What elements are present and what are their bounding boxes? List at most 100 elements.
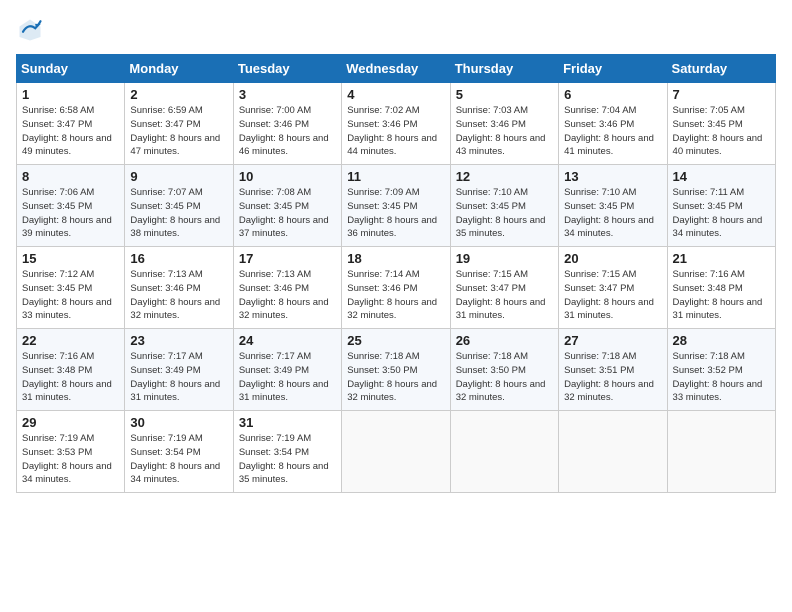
weekday-header-tuesday: Tuesday xyxy=(233,55,341,83)
day-number: 23 xyxy=(130,333,227,348)
day-info: Sunrise: 7:06 AM Sunset: 3:45 PM Dayligh… xyxy=(22,186,119,241)
day-info: Sunrise: 7:15 AM Sunset: 3:47 PM Dayligh… xyxy=(564,268,661,323)
day-number: 28 xyxy=(673,333,770,348)
day-info: Sunrise: 7:14 AM Sunset: 3:46 PM Dayligh… xyxy=(347,268,444,323)
day-number: 9 xyxy=(130,169,227,184)
day-number: 19 xyxy=(456,251,553,266)
day-number: 18 xyxy=(347,251,444,266)
calendar-cell: 20 Sunrise: 7:15 AM Sunset: 3:47 PM Dayl… xyxy=(559,247,667,329)
day-info: Sunrise: 7:13 AM Sunset: 3:46 PM Dayligh… xyxy=(130,268,227,323)
weekday-header-saturday: Saturday xyxy=(667,55,775,83)
day-number: 16 xyxy=(130,251,227,266)
day-number: 7 xyxy=(673,87,770,102)
day-info: Sunrise: 7:11 AM Sunset: 3:45 PM Dayligh… xyxy=(673,186,770,241)
day-info: Sunrise: 7:18 AM Sunset: 3:52 PM Dayligh… xyxy=(673,350,770,405)
day-number: 24 xyxy=(239,333,336,348)
day-number: 20 xyxy=(564,251,661,266)
calendar-cell: 6 Sunrise: 7:04 AM Sunset: 3:46 PM Dayli… xyxy=(559,83,667,165)
day-number: 11 xyxy=(347,169,444,184)
day-info: Sunrise: 7:19 AM Sunset: 3:54 PM Dayligh… xyxy=(239,432,336,487)
calendar-cell xyxy=(342,411,450,493)
calendar-cell: 21 Sunrise: 7:16 AM Sunset: 3:48 PM Dayl… xyxy=(667,247,775,329)
day-info: Sunrise: 7:10 AM Sunset: 3:45 PM Dayligh… xyxy=(456,186,553,241)
day-number: 21 xyxy=(673,251,770,266)
calendar-cell: 18 Sunrise: 7:14 AM Sunset: 3:46 PM Dayl… xyxy=(342,247,450,329)
day-info: Sunrise: 7:18 AM Sunset: 3:50 PM Dayligh… xyxy=(347,350,444,405)
calendar-cell: 29 Sunrise: 7:19 AM Sunset: 3:53 PM Dayl… xyxy=(17,411,125,493)
day-number: 15 xyxy=(22,251,119,266)
day-info: Sunrise: 7:19 AM Sunset: 3:54 PM Dayligh… xyxy=(130,432,227,487)
day-info: Sunrise: 7:07 AM Sunset: 3:45 PM Dayligh… xyxy=(130,186,227,241)
day-info: Sunrise: 7:18 AM Sunset: 3:50 PM Dayligh… xyxy=(456,350,553,405)
calendar-cell: 26 Sunrise: 7:18 AM Sunset: 3:50 PM Dayl… xyxy=(450,329,558,411)
day-info: Sunrise: 7:16 AM Sunset: 3:48 PM Dayligh… xyxy=(673,268,770,323)
calendar-cell: 2 Sunrise: 6:59 AM Sunset: 3:47 PM Dayli… xyxy=(125,83,233,165)
day-number: 3 xyxy=(239,87,336,102)
calendar-cell: 16 Sunrise: 7:13 AM Sunset: 3:46 PM Dayl… xyxy=(125,247,233,329)
calendar-cell: 1 Sunrise: 6:58 AM Sunset: 3:47 PM Dayli… xyxy=(17,83,125,165)
week-row-1: 1 Sunrise: 6:58 AM Sunset: 3:47 PM Dayli… xyxy=(17,83,776,165)
day-number: 25 xyxy=(347,333,444,348)
day-number: 4 xyxy=(347,87,444,102)
week-row-3: 15 Sunrise: 7:12 AM Sunset: 3:45 PM Dayl… xyxy=(17,247,776,329)
weekday-header-row: SundayMondayTuesdayWednesdayThursdayFrid… xyxy=(17,55,776,83)
calendar-cell: 4 Sunrise: 7:02 AM Sunset: 3:46 PM Dayli… xyxy=(342,83,450,165)
day-info: Sunrise: 6:58 AM Sunset: 3:47 PM Dayligh… xyxy=(22,104,119,159)
weekday-header-wednesday: Wednesday xyxy=(342,55,450,83)
calendar-cell: 22 Sunrise: 7:16 AM Sunset: 3:48 PM Dayl… xyxy=(17,329,125,411)
week-row-5: 29 Sunrise: 7:19 AM Sunset: 3:53 PM Dayl… xyxy=(17,411,776,493)
calendar-cell: 19 Sunrise: 7:15 AM Sunset: 3:47 PM Dayl… xyxy=(450,247,558,329)
day-number: 17 xyxy=(239,251,336,266)
day-info: Sunrise: 7:09 AM Sunset: 3:45 PM Dayligh… xyxy=(347,186,444,241)
day-info: Sunrise: 7:04 AM Sunset: 3:46 PM Dayligh… xyxy=(564,104,661,159)
calendar-cell: 15 Sunrise: 7:12 AM Sunset: 3:45 PM Dayl… xyxy=(17,247,125,329)
day-number: 22 xyxy=(22,333,119,348)
day-info: Sunrise: 7:19 AM Sunset: 3:53 PM Dayligh… xyxy=(22,432,119,487)
weekday-header-sunday: Sunday xyxy=(17,55,125,83)
calendar-cell: 11 Sunrise: 7:09 AM Sunset: 3:45 PM Dayl… xyxy=(342,165,450,247)
day-number: 8 xyxy=(22,169,119,184)
calendar-cell xyxy=(450,411,558,493)
day-number: 29 xyxy=(22,415,119,430)
day-number: 1 xyxy=(22,87,119,102)
day-number: 13 xyxy=(564,169,661,184)
calendar-cell: 30 Sunrise: 7:19 AM Sunset: 3:54 PM Dayl… xyxy=(125,411,233,493)
calendar-cell: 9 Sunrise: 7:07 AM Sunset: 3:45 PM Dayli… xyxy=(125,165,233,247)
calendar-cell: 28 Sunrise: 7:18 AM Sunset: 3:52 PM Dayl… xyxy=(667,329,775,411)
calendar-cell: 14 Sunrise: 7:11 AM Sunset: 3:45 PM Dayl… xyxy=(667,165,775,247)
calendar-cell: 31 Sunrise: 7:19 AM Sunset: 3:54 PM Dayl… xyxy=(233,411,341,493)
day-number: 10 xyxy=(239,169,336,184)
day-info: Sunrise: 7:00 AM Sunset: 3:46 PM Dayligh… xyxy=(239,104,336,159)
day-info: Sunrise: 7:17 AM Sunset: 3:49 PM Dayligh… xyxy=(239,350,336,405)
calendar-cell: 5 Sunrise: 7:03 AM Sunset: 3:46 PM Dayli… xyxy=(450,83,558,165)
day-info: Sunrise: 7:16 AM Sunset: 3:48 PM Dayligh… xyxy=(22,350,119,405)
day-info: Sunrise: 7:10 AM Sunset: 3:45 PM Dayligh… xyxy=(564,186,661,241)
day-number: 31 xyxy=(239,415,336,430)
calendar-cell: 24 Sunrise: 7:17 AM Sunset: 3:49 PM Dayl… xyxy=(233,329,341,411)
day-info: Sunrise: 7:18 AM Sunset: 3:51 PM Dayligh… xyxy=(564,350,661,405)
weekday-header-friday: Friday xyxy=(559,55,667,83)
calendar-cell: 23 Sunrise: 7:17 AM Sunset: 3:49 PM Dayl… xyxy=(125,329,233,411)
calendar-cell: 13 Sunrise: 7:10 AM Sunset: 3:45 PM Dayl… xyxy=(559,165,667,247)
calendar-cell: 12 Sunrise: 7:10 AM Sunset: 3:45 PM Dayl… xyxy=(450,165,558,247)
logo-icon xyxy=(16,16,44,44)
weekday-header-thursday: Thursday xyxy=(450,55,558,83)
calendar-table: SundayMondayTuesdayWednesdayThursdayFrid… xyxy=(16,54,776,493)
day-number: 6 xyxy=(564,87,661,102)
day-number: 2 xyxy=(130,87,227,102)
calendar-cell: 8 Sunrise: 7:06 AM Sunset: 3:45 PM Dayli… xyxy=(17,165,125,247)
day-info: Sunrise: 6:59 AM Sunset: 3:47 PM Dayligh… xyxy=(130,104,227,159)
week-row-4: 22 Sunrise: 7:16 AM Sunset: 3:48 PM Dayl… xyxy=(17,329,776,411)
day-info: Sunrise: 7:02 AM Sunset: 3:46 PM Dayligh… xyxy=(347,104,444,159)
day-info: Sunrise: 7:05 AM Sunset: 3:45 PM Dayligh… xyxy=(673,104,770,159)
day-info: Sunrise: 7:08 AM Sunset: 3:45 PM Dayligh… xyxy=(239,186,336,241)
day-number: 5 xyxy=(456,87,553,102)
calendar-cell: 7 Sunrise: 7:05 AM Sunset: 3:45 PM Dayli… xyxy=(667,83,775,165)
day-info: Sunrise: 7:15 AM Sunset: 3:47 PM Dayligh… xyxy=(456,268,553,323)
day-info: Sunrise: 7:03 AM Sunset: 3:46 PM Dayligh… xyxy=(456,104,553,159)
day-info: Sunrise: 7:17 AM Sunset: 3:49 PM Dayligh… xyxy=(130,350,227,405)
calendar-cell: 3 Sunrise: 7:00 AM Sunset: 3:46 PM Dayli… xyxy=(233,83,341,165)
day-number: 26 xyxy=(456,333,553,348)
calendar-cell: 25 Sunrise: 7:18 AM Sunset: 3:50 PM Dayl… xyxy=(342,329,450,411)
logo xyxy=(16,16,48,44)
